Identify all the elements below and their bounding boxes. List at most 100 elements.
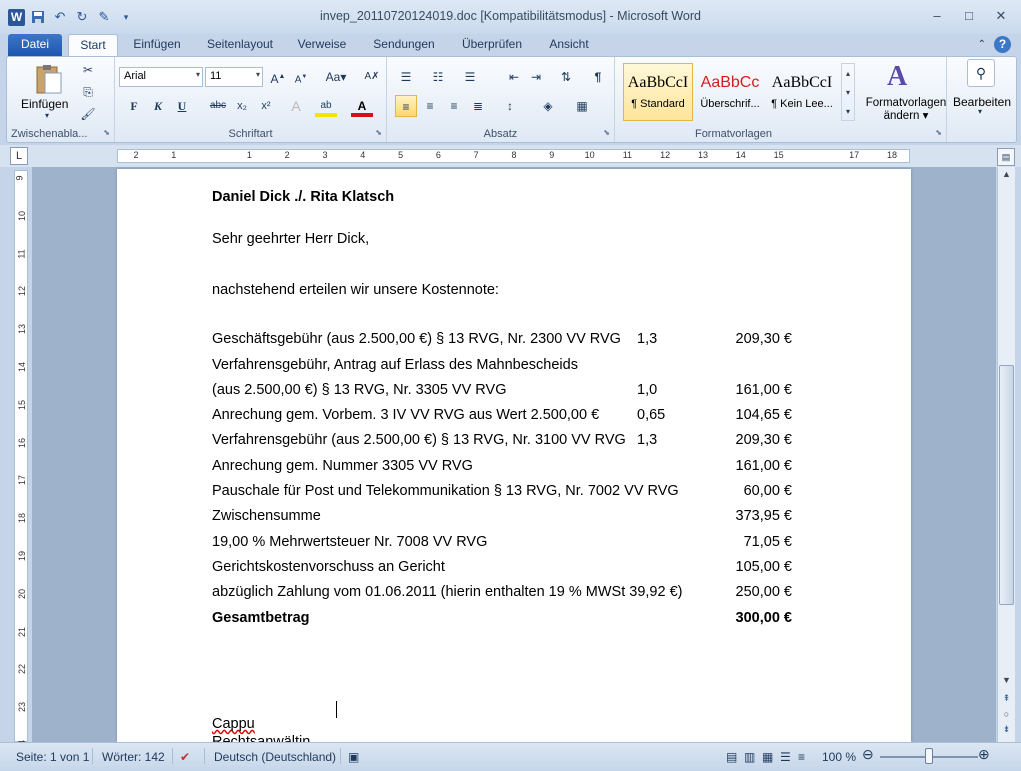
show-formatting-marks-icon[interactable]: ¶ — [587, 66, 609, 88]
tab-mailings[interactable]: Sendungen — [366, 34, 442, 56]
font-size-select[interactable]: 11 ▾ — [205, 67, 263, 87]
decrease-indent-icon[interactable]: ⇤ — [503, 66, 525, 88]
style-sample: AaBbCc — [700, 74, 760, 91]
style-no-spacing[interactable]: AaBbCcI ¶ Kein Lee... — [767, 63, 837, 121]
style-standard[interactable]: AaBbCcI ¶ Standard — [623, 63, 693, 121]
line-spacing-icon[interactable]: ↕ — [499, 95, 521, 117]
tab-view[interactable]: Ansicht — [542, 34, 596, 56]
align-right-icon[interactable]: ≡ — [443, 95, 465, 117]
cost-row-factor: 0,65 — [637, 407, 666, 423]
increase-indent-icon[interactable]: ⇥ — [525, 66, 547, 88]
scroll-thumb[interactable] — [999, 365, 1014, 605]
style-sample: AaBbCcI — [771, 74, 833, 91]
ruler-number: 11 — [622, 150, 633, 160]
clipboard-launcher-icon[interactable]: ⬊ — [103, 128, 110, 137]
justify-icon[interactable]: ≣ — [467, 95, 489, 117]
proofing-icon[interactable]: ✔ — [180, 750, 190, 764]
style-heading[interactable]: AaBbCc Überschrif... — [695, 63, 765, 121]
italic-icon[interactable]: K — [147, 95, 169, 117]
scroll-down-icon[interactable]: ▼ — [998, 675, 1015, 685]
font-launcher-icon[interactable]: ⬊ — [375, 128, 382, 137]
print-layout-icon[interactable]: ▤ — [726, 750, 737, 764]
styles-scroll-icon[interactable]: ▴ ▾ ▾ — [841, 63, 855, 121]
highlight-icon[interactable]: ab — [315, 95, 337, 117]
strikethrough-icon[interactable]: abc — [207, 95, 229, 117]
align-center-icon[interactable]: ≡ — [419, 95, 441, 117]
paste-dropdown-icon[interactable]: ▾ — [45, 111, 49, 120]
tab-file[interactable]: Datei — [8, 34, 62, 56]
ruler-toggle-icon[interactable]: ▤ — [997, 148, 1015, 166]
ruler-number: 13 — [697, 150, 709, 160]
minimize-button[interactable]: – — [927, 6, 947, 26]
font-label: Schriftart — [228, 128, 273, 140]
tab-review[interactable]: Überprüfen — [455, 34, 529, 56]
outline-icon[interactable]: ☰ — [780, 750, 791, 764]
zoom-slider-thumb[interactable] — [925, 748, 933, 764]
minimize-ribbon-icon[interactable]: ⌃ — [978, 39, 986, 50]
font-name-select[interactable]: Arial ▾ — [119, 67, 203, 87]
superscript-icon[interactable]: x² — [255, 95, 277, 117]
total-label: Gesamtbetrag — [212, 610, 310, 626]
tab-page-layout[interactable]: Seitenlayout — [200, 34, 280, 56]
copy-icon[interactable]: ⎘ — [77, 81, 99, 103]
ruler-number: 14 — [17, 361, 28, 373]
bullets-icon[interactable]: ☰ — [395, 66, 417, 88]
help-icon[interactable]: ? — [994, 36, 1011, 53]
scroll-up-icon[interactable]: ▲ — [998, 169, 1015, 179]
zoom-level[interactable]: 100 % — [822, 750, 856, 764]
change-styles-button[interactable]: Formatvorlagen ändern ▾ — [861, 97, 951, 123]
word-count[interactable]: Wörter: 142 — [102, 750, 165, 764]
numbering-icon[interactable]: ☷ — [427, 66, 449, 88]
subscript-icon[interactable]: x₂ — [231, 95, 253, 117]
full-screen-reading-icon[interactable]: ▥ — [744, 750, 755, 764]
sort-icon[interactable]: ⇅ — [555, 66, 577, 88]
close-button[interactable]: ✕ — [991, 6, 1011, 26]
tab-references[interactable]: Verweise — [290, 34, 354, 56]
bold-icon[interactable]: F — [123, 95, 145, 117]
ruler-number: 3 — [322, 150, 328, 160]
vertical-ruler[interactable]: 9101112131415161718192021222324 — [14, 170, 28, 750]
change-styles-icon[interactable]: A — [887, 61, 907, 93]
document-page[interactable]: Daniel Dick ./. Rita Klatsch Sehr geehrt… — [117, 169, 911, 742]
vertical-scrollbar[interactable]: ▲ ▼ ⇞ ○ ⇟ — [997, 167, 1015, 742]
paste-button[interactable]: Einfügen — [21, 97, 68, 111]
borders-icon[interactable]: ▦ — [571, 95, 593, 117]
horizontal-ruler[interactable]: 2 1 1 2 3 4 5 6 7 8 9 10 11 12 13 14 15 17 18 — [117, 149, 910, 163]
paste-icon[interactable] — [33, 63, 65, 98]
binoculars-icon[interactable]: ⚲ — [967, 59, 995, 87]
cut-icon[interactable]: ✂ — [77, 59, 99, 81]
ruler-number: 8 — [511, 150, 517, 160]
browse-object-icon[interactable]: ○ — [998, 709, 1015, 719]
maximize-button[interactable]: □ — [959, 6, 979, 26]
change-case-icon[interactable]: Aa▾ — [321, 66, 351, 88]
web-layout-icon[interactable]: ▦ — [762, 750, 773, 764]
paragraph-launcher-icon[interactable]: ⬊ — [603, 128, 610, 137]
font-color-icon[interactable]: A — [351, 95, 373, 117]
tab-selector-icon[interactable]: L — [10, 147, 28, 165]
cost-row-text: 19,00 % Mehrwertsteuer Nr. 7008 VV RVG — [212, 534, 488, 550]
cost-row-amount: 161,00 € — [735, 382, 792, 398]
edit-dropdown-icon[interactable]: ▾ — [978, 107, 982, 116]
previous-page-icon[interactable]: ⇞ — [998, 693, 1015, 704]
draft-icon[interactable]: ≡ — [798, 750, 805, 764]
zoom-out-icon[interactable]: ⊖ — [862, 746, 874, 763]
shading-icon[interactable]: ◈ — [537, 95, 559, 117]
tab-start[interactable]: Start — [68, 34, 118, 56]
grow-font-icon[interactable]: A▲ — [267, 66, 289, 88]
clear-formatting-icon[interactable]: A✗ — [361, 66, 383, 88]
text-effects-icon[interactable]: A — [285, 95, 307, 117]
align-left-icon[interactable]: ≡ — [395, 95, 417, 117]
multilevel-list-icon[interactable]: ☰ — [459, 66, 481, 88]
macro-record-icon[interactable]: ▣ — [348, 750, 359, 764]
paragraph-group: ☰ ☷ ☰ ⇤ ⇥ ⇅ ¶ ≡ ≡ ≡ ≣ ↕ ◈ ▦ Absatz ⬊ — [387, 57, 615, 142]
language[interactable]: Deutsch (Deutschland) — [214, 750, 336, 764]
zoom-in-icon[interactable]: ⊕ — [978, 746, 990, 763]
shrink-font-icon[interactable]: A▼ — [290, 66, 312, 88]
page-count[interactable]: Seite: 1 von 1 — [16, 750, 89, 764]
format-painter-brush-icon[interactable]: 🖌 — [77, 103, 99, 125]
styles-launcher-icon[interactable]: ⬊ — [935, 128, 942, 137]
underline-icon[interactable]: U — [171, 95, 193, 117]
next-page-icon[interactable]: ⇟ — [998, 724, 1015, 735]
change-styles-label: Formatvorlagen — [865, 97, 947, 109]
tab-insert[interactable]: Einfügen — [128, 34, 186, 56]
